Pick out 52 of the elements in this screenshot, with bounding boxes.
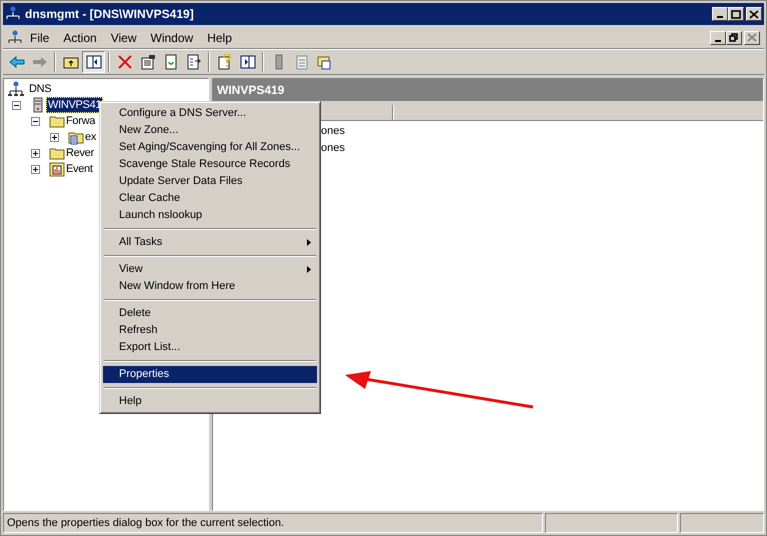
event-log-icon bbox=[49, 161, 65, 177]
maximize-icon bbox=[731, 10, 741, 18]
context-menu-item[interactable]: Launch nslookup bbox=[103, 207, 317, 224]
close-button[interactable] bbox=[746, 7, 762, 21]
context-menu-item[interactable]: Configure a DNS Server... bbox=[103, 105, 317, 122]
window-title: dnsmgmt - [DNS\WINVPS419] bbox=[25, 6, 194, 23]
collapse-box[interactable] bbox=[12, 100, 21, 110]
maximize-button[interactable] bbox=[728, 7, 744, 21]
context-menu-item[interactable]: Set Aging/Scavenging for All Zones... bbox=[103, 139, 317, 156]
menu-item[interactable]: Window bbox=[144, 28, 200, 46]
context-menu-item[interactable]: Update Server Data Files bbox=[103, 173, 317, 190]
close-icon bbox=[749, 10, 759, 18]
list-item[interactable]: ones bbox=[321, 123, 345, 140]
close-button[interactable] bbox=[744, 30, 760, 44]
tree-item[interactable]: Rever bbox=[65, 146, 95, 160]
menu-item[interactable]: Action bbox=[56, 28, 104, 46]
expand-box[interactable] bbox=[31, 148, 40, 158]
context-menu-item[interactable]: Scavenge Stale Resource Records bbox=[103, 156, 317, 173]
context-menu-item[interactable]: Help bbox=[103, 393, 317, 410]
minimize-button[interactable] bbox=[710, 30, 726, 44]
context-menu-item[interactable]: View bbox=[103, 261, 317, 278]
expand-box[interactable] bbox=[31, 164, 40, 174]
context-menu-item[interactable]: Export List... bbox=[103, 339, 317, 356]
tree-item[interactable]: ex bbox=[84, 130, 98, 144]
panel-toggle-icon[interactable] bbox=[82, 51, 105, 73]
collapse-box[interactable] bbox=[31, 116, 40, 126]
status-text: Opens the properties dialog box for the current selection. bbox=[3, 513, 543, 533]
network-icon bbox=[8, 81, 24, 97]
expand-box[interactable] bbox=[50, 132, 59, 142]
minimize-button[interactable] bbox=[712, 7, 728, 21]
pane-title: WINVPS419 bbox=[217, 82, 284, 99]
context-menu-item[interactable]: Delete bbox=[103, 305, 317, 322]
context-menu-item[interactable]: Clear Cache bbox=[103, 190, 317, 207]
context-menu-item[interactable]: Refresh bbox=[103, 322, 317, 339]
tree-item[interactable]: DNS bbox=[28, 82, 52, 96]
menu-item[interactable]: File bbox=[23, 28, 56, 46]
restore-icon bbox=[729, 33, 739, 42]
tree-item[interactable]: Event bbox=[65, 162, 94, 176]
restore-button[interactable] bbox=[726, 30, 742, 44]
menu-item[interactable]: Help bbox=[200, 28, 239, 46]
minimize-icon bbox=[717, 16, 723, 18]
console-icon bbox=[7, 30, 23, 46]
context-menu-item[interactable]: New Window from Here bbox=[103, 278, 317, 295]
menu-item[interactable]: View bbox=[104, 28, 144, 46]
app-icon bbox=[5, 6, 21, 22]
close-icon bbox=[747, 33, 757, 42]
context-menu-item[interactable]: All Tasks bbox=[103, 234, 317, 251]
minimize-icon bbox=[715, 40, 721, 42]
context-menu-item[interactable]: New Zone... bbox=[103, 122, 317, 139]
list-item[interactable]: ones bbox=[321, 140, 345, 157]
context-menu-item[interactable]: Properties bbox=[103, 366, 317, 383]
tree-item[interactable]: Forwa bbox=[65, 114, 96, 128]
